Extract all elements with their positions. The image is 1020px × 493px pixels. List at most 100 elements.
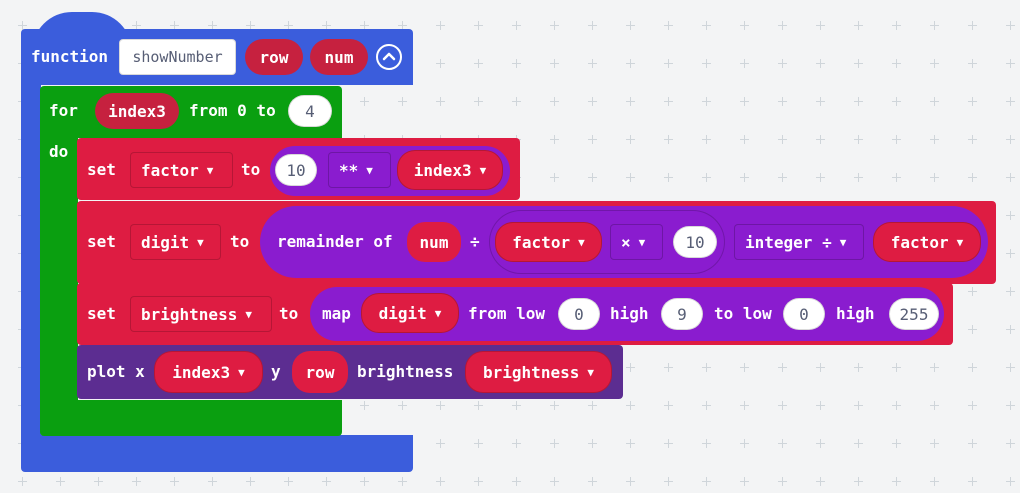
param-row[interactable]: row xyxy=(245,39,303,75)
grid-plus xyxy=(626,439,635,448)
function-keyword: function xyxy=(31,47,109,66)
grid-plus xyxy=(778,401,787,410)
grid-plus xyxy=(930,97,939,106)
grid-plus xyxy=(892,401,901,410)
grid-plus xyxy=(436,401,445,410)
num-var[interactable]: num xyxy=(407,222,461,262)
dropdown-arrow-icon: ▼ xyxy=(578,235,585,249)
power-op-dropdown[interactable]: ** ▼ xyxy=(328,152,391,188)
collapse-params-icon[interactable] xyxy=(376,44,402,70)
grid-plus xyxy=(1006,211,1015,220)
for-keyword: for xyxy=(49,101,78,120)
grid-plus xyxy=(816,97,825,106)
from-high-input[interactable]: 9 xyxy=(661,298,703,330)
grid-plus xyxy=(1006,173,1015,182)
map-digit-var[interactable]: digit ▼ xyxy=(361,293,459,333)
grid-plus xyxy=(664,363,673,372)
grid-plus xyxy=(930,401,939,410)
dropdown-arrow-icon: ▼ xyxy=(638,235,646,249)
grid-plus xyxy=(398,477,407,486)
grid-plus xyxy=(740,21,749,30)
factor-var-1[interactable]: factor ▼ xyxy=(495,222,602,262)
grid-plus xyxy=(664,173,673,182)
grid-plus xyxy=(512,401,521,410)
remainder-label: remainder of xyxy=(277,232,393,251)
grid-plus xyxy=(436,477,445,486)
grid-plus xyxy=(892,173,901,182)
set-keyword: set xyxy=(87,304,116,323)
factor-var-2[interactable]: factor ▼ xyxy=(873,222,981,262)
grid-plus xyxy=(892,97,901,106)
set-brightness-block[interactable]: set brightness ▼ to map digit ▼ from low 0… xyxy=(77,283,953,345)
grid-plus xyxy=(550,477,559,486)
grid-plus xyxy=(702,21,711,30)
grid-plus xyxy=(664,401,673,410)
grid-plus xyxy=(702,173,711,182)
grid-plus xyxy=(664,135,673,144)
grid-plus xyxy=(968,173,977,182)
grid-plus xyxy=(246,477,255,486)
plot-y-var[interactable]: row xyxy=(292,351,348,393)
grid-plus xyxy=(702,363,711,372)
grid-plus xyxy=(854,135,863,144)
grid-plus xyxy=(626,477,635,486)
grid-plus xyxy=(512,97,521,106)
integer-divide-dropdown[interactable]: integer ÷ ▼ xyxy=(734,224,864,260)
grid-plus xyxy=(968,439,977,448)
ten-input[interactable]: 10 xyxy=(673,226,717,258)
to-high-input[interactable]: 255 xyxy=(889,298,939,330)
plot-brightness-var[interactable]: brightness ▼ xyxy=(465,351,612,393)
grid-plus xyxy=(588,439,597,448)
dropdown-arrow-icon: ▼ xyxy=(366,163,373,177)
grid-plus xyxy=(778,363,787,372)
grid-plus xyxy=(740,59,749,68)
grid-plus xyxy=(208,477,217,486)
for-var-index3[interactable]: index3 xyxy=(95,93,179,129)
plot-brightness-label: brightness xyxy=(357,362,454,381)
grid-plus xyxy=(778,97,787,106)
grid-plus xyxy=(132,477,141,486)
for-do-keyword: do xyxy=(49,142,69,161)
grid-plus xyxy=(436,439,445,448)
grid-plus xyxy=(1006,363,1015,372)
from-low-input[interactable]: 0 xyxy=(558,298,600,330)
grid-plus xyxy=(512,477,521,486)
power-right-var[interactable]: index3 ▼ xyxy=(397,150,503,190)
power-left-input[interactable]: 10 xyxy=(275,154,317,186)
grid-plus xyxy=(588,173,597,182)
grid-plus xyxy=(436,59,445,68)
grid-plus xyxy=(1006,287,1015,296)
digit-var-dropdown[interactable]: digit ▼ xyxy=(130,224,221,260)
high-label-2: high xyxy=(836,304,875,323)
for-to-input[interactable]: 4 xyxy=(288,95,332,127)
to-label: to xyxy=(241,160,261,179)
brightness-var-dropdown[interactable]: brightness ▼ xyxy=(130,296,272,332)
grid-plus xyxy=(474,97,483,106)
grid-plus xyxy=(968,21,977,30)
grid-plus xyxy=(474,401,483,410)
plot-y-label: y xyxy=(271,362,281,381)
for-footer xyxy=(40,400,342,436)
high-label: high xyxy=(610,304,649,323)
grid-plus xyxy=(930,21,939,30)
plot-x-var[interactable]: index3 ▼ xyxy=(154,351,263,393)
grid-plus xyxy=(930,439,939,448)
blocks-workspace[interactable]: function showNumber row num for index3 f… xyxy=(0,0,1020,493)
grid-plus xyxy=(474,59,483,68)
dropdown-arrow-icon: ▼ xyxy=(587,365,594,379)
grid-plus xyxy=(94,477,103,486)
grid-plus xyxy=(854,97,863,106)
multiply-op-dropdown[interactable]: × ▼ xyxy=(610,224,663,260)
param-num[interactable]: num xyxy=(310,39,368,75)
grid-plus xyxy=(892,59,901,68)
grid-plus xyxy=(854,59,863,68)
grid-plus xyxy=(550,21,559,30)
to-low-input[interactable]: 0 xyxy=(783,298,825,330)
grid-plus xyxy=(1006,21,1015,30)
plot-block[interactable]: plot x index3 ▼ y row brightness brightne… xyxy=(77,345,623,399)
function-name-input[interactable]: showNumber xyxy=(119,39,236,75)
set-factor-block[interactable]: set factor ▼ to 10 ** ▼ index3 ▼ xyxy=(77,138,520,200)
grid-plus xyxy=(360,477,369,486)
set-digit-block[interactable]: set digit ▼ to remainder of num ÷ factor ▼… xyxy=(77,201,996,284)
factor-var-dropdown[interactable]: factor ▼ xyxy=(130,152,233,188)
